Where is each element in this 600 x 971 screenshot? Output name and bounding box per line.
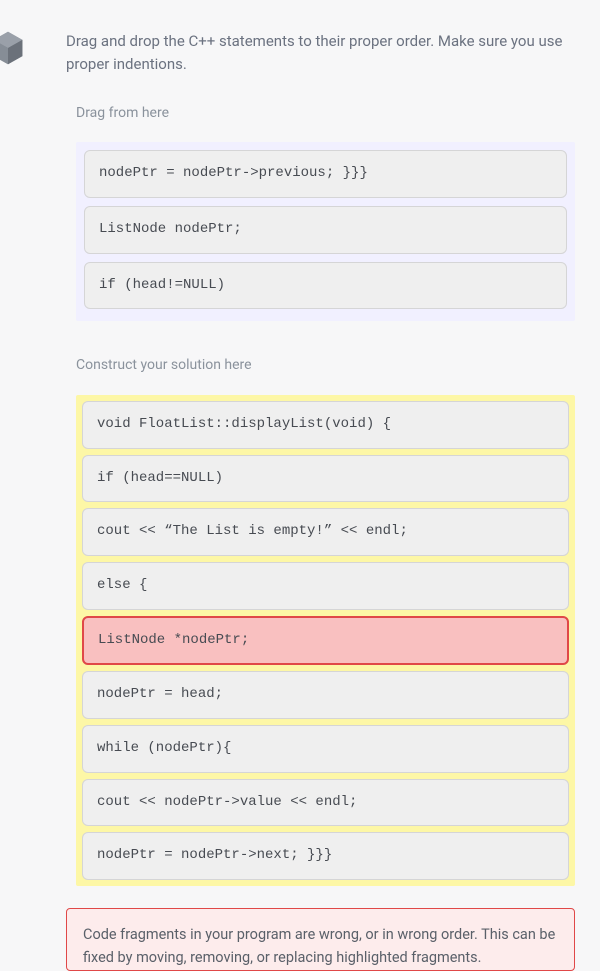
solution-code-block[interactable]: cout << nodePtr->value << endl; xyxy=(82,779,569,827)
error-feedback-box: Code fragments in your program are wrong… xyxy=(66,908,575,970)
solution-code-block-error[interactable]: ListNode *nodePtr; xyxy=(82,616,569,666)
source-code-block[interactable]: if (head!=NULL) xyxy=(84,262,567,310)
solution-drop-area[interactable]: void FloatList::displayList(void) { if (… xyxy=(76,395,575,886)
solution-code-block[interactable]: while (nodePtr){ xyxy=(82,725,569,773)
solution-code-block[interactable]: if (head==NULL) xyxy=(82,455,569,503)
solution-code-block[interactable]: nodePtr = head; xyxy=(82,671,569,719)
solution-code-block[interactable]: nodePtr = nodePtr->next; }}} xyxy=(82,832,569,880)
solution-area-label: Construct your solution here xyxy=(76,355,575,377)
solution-code-block[interactable]: void FloatList::displayList(void) { xyxy=(82,401,569,449)
drag-source-area[interactable]: nodePtr = nodePtr->previous; }}} ListNod… xyxy=(76,142,575,321)
instructions-text: Drag and drop the C++ statements to thei… xyxy=(66,30,575,77)
exercise-content: Drag and drop the C++ statements to thei… xyxy=(0,0,600,971)
source-code-block[interactable]: ListNode nodePtr; xyxy=(84,206,567,254)
solution-code-block[interactable]: cout << “The List is empty!” << endl; xyxy=(82,508,569,556)
cube-icon xyxy=(0,30,26,66)
solution-code-block[interactable]: else { xyxy=(82,562,569,610)
drag-source-label: Drag from here xyxy=(76,103,575,125)
source-code-block[interactable]: nodePtr = nodePtr->previous; }}} xyxy=(84,150,567,198)
